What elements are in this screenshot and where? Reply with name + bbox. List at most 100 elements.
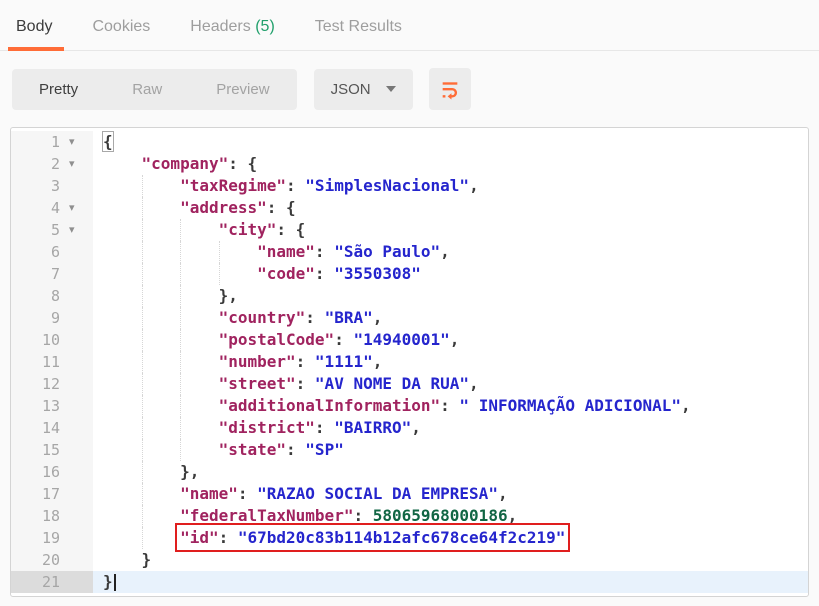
indent-guide	[142, 505, 143, 527]
wrap-lines-button[interactable]	[429, 68, 471, 110]
indent-guide	[180, 285, 181, 307]
gutter: 4▾	[11, 197, 93, 219]
code-line: 18 "federalTaxNumber": 58065968000186,	[11, 505, 808, 527]
token-key: "name"	[180, 484, 238, 503]
indent-guide	[180, 395, 181, 417]
fold-spacer	[60, 417, 93, 439]
code-line: 19 "id": "67bd20c83b114b12afc678ce64f2c2…	[11, 527, 808, 549]
token-punctuation: }	[142, 550, 152, 569]
token-key: "id"	[180, 528, 219, 547]
indent-guide	[180, 351, 181, 373]
line-number: 10	[11, 329, 60, 351]
gutter: 13	[11, 395, 93, 417]
indent-guide	[142, 483, 143, 505]
tab-body[interactable]: Body	[12, 18, 56, 50]
tab-label: Body	[16, 18, 52, 35]
view-button-pretty[interactable]: Pretty	[12, 69, 105, 110]
code-line: 13 "additionalInformation": " INFORMAÇÃO…	[11, 395, 808, 417]
line-number: 1	[11, 131, 60, 153]
gutter: 1▾	[11, 131, 93, 153]
fold-arrow-icon[interactable]: ▾	[60, 219, 93, 241]
code-content[interactable]: },	[93, 461, 808, 483]
response-toolbar: PrettyRawPreview JSON	[12, 68, 819, 110]
language-dropdown[interactable]: JSON	[314, 69, 413, 110]
code-content[interactable]: "id": "67bd20c83b114b12afc678ce64f2c219"	[93, 527, 808, 549]
code-content[interactable]: "code": "3550308"	[93, 263, 808, 285]
gutter: 15	[11, 439, 93, 461]
code-content[interactable]: "company": {	[93, 153, 808, 175]
code-content[interactable]: "city": {	[93, 219, 808, 241]
tab-cookies[interactable]: Cookies	[88, 18, 154, 50]
line-number: 15	[11, 439, 60, 461]
token-punctuation: ,	[450, 330, 460, 349]
view-button-raw[interactable]: Raw	[105, 69, 189, 110]
indent-guide	[180, 263, 181, 285]
indent-guide	[180, 329, 181, 351]
line-number: 7	[11, 263, 60, 285]
code-content[interactable]: }	[93, 571, 808, 593]
line-number: 16	[11, 461, 60, 483]
token-number: 58065968000186	[373, 506, 508, 525]
gutter: 21	[11, 571, 93, 593]
tab-label: Headers	[190, 18, 250, 35]
code-line: 17 "name": "RAZAO SOCIAL DA EMPRESA",	[11, 483, 808, 505]
code-content[interactable]: {	[93, 131, 808, 153]
line-number: 5	[11, 219, 60, 241]
code-line: 1▾ {	[11, 131, 808, 153]
code-content[interactable]: "number": "1111",	[93, 351, 808, 373]
code-content[interactable]: "address": {	[93, 197, 808, 219]
code-content[interactable]: "name": "RAZAO SOCIAL DA EMPRESA",	[93, 483, 808, 505]
code-content[interactable]: "state": "SP"	[93, 439, 808, 461]
code-line: 5▾ "city": {	[11, 219, 808, 241]
code-line: 11 "number": "1111",	[11, 351, 808, 373]
code-line: 16 },	[11, 461, 808, 483]
code-content[interactable]: "additionalInformation": " INFORMAÇÃO AD…	[93, 395, 808, 417]
code-content[interactable]: "name": "São Paulo",	[93, 241, 808, 263]
fold-spacer	[60, 505, 93, 527]
gutter: 8	[11, 285, 93, 307]
code-content[interactable]: "federalTaxNumber": 58065968000186,	[93, 505, 808, 527]
token-punctuation: },	[180, 462, 199, 481]
token-string: "14940001"	[353, 330, 449, 349]
token-string: "BAIRRO"	[334, 418, 411, 437]
fold-arrow-icon[interactable]: ▾	[60, 197, 93, 219]
token-punctuation: {	[103, 132, 113, 151]
code-content[interactable]: "taxRegime": "SimplesNacional",	[93, 175, 808, 197]
indent-guide	[142, 395, 143, 417]
indent-guide	[142, 263, 143, 285]
token-punctuation: :	[315, 264, 334, 283]
fold-spacer	[60, 395, 93, 417]
token-punctuation: },	[219, 286, 238, 305]
token-string: "AV NOME DA RUA"	[315, 374, 469, 393]
code-content[interactable]: }	[93, 549, 808, 571]
fold-spacer	[60, 373, 93, 395]
fold-arrow-icon[interactable]: ▾	[60, 153, 93, 175]
code-content[interactable]: "district": "BAIRRO",	[93, 417, 808, 439]
gutter: 11	[11, 351, 93, 373]
view-button-preview[interactable]: Preview	[189, 69, 296, 110]
indent-guide	[142, 197, 143, 219]
gutter: 6	[11, 241, 93, 263]
fold-spacer	[60, 285, 93, 307]
indent-guide	[142, 527, 143, 549]
fold-arrow-icon[interactable]: ▾	[60, 131, 93, 153]
code-line: 9 "country": "BRA",	[11, 307, 808, 329]
code-line: 6 "name": "São Paulo",	[11, 241, 808, 263]
code-content[interactable]: "country": "BRA",	[93, 307, 808, 329]
line-number: 8	[11, 285, 60, 307]
tab-test-results[interactable]: Test Results	[311, 18, 406, 50]
indent-guide	[142, 461, 143, 483]
token-punctuation: {	[296, 220, 306, 239]
token-string: " INFORMAÇÃO ADICIONAL"	[459, 396, 681, 415]
code-content[interactable]: },	[93, 285, 808, 307]
token-key: "number"	[219, 352, 296, 371]
code-content[interactable]: "postalCode": "14940001",	[93, 329, 808, 351]
tab-headers[interactable]: Headers (5)	[186, 18, 278, 50]
token-key: "address"	[180, 198, 267, 217]
gutter: 3	[11, 175, 93, 197]
token-punctuation: :	[267, 198, 286, 217]
indent-guide	[142, 285, 143, 307]
code-content[interactable]: "street": "AV NOME DA RUA",	[93, 373, 808, 395]
line-number: 17	[11, 483, 60, 505]
token-punctuation: :	[296, 352, 315, 371]
